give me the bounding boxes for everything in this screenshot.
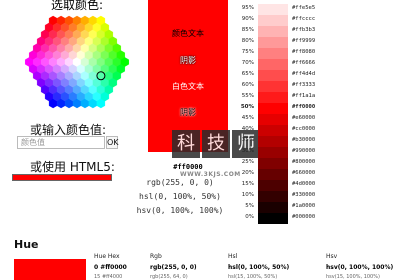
table-cell-hsl-next: hsl(15, 100%, 50%) xyxy=(228,274,278,280)
shade-hex: #ff6666 xyxy=(292,60,316,66)
shade-swatch[interactable] xyxy=(258,26,288,37)
shade-hex: #ff3333 xyxy=(292,82,316,88)
shade-hex: #ff4d4d xyxy=(292,71,316,77)
watermark-char: 技 xyxy=(202,130,230,158)
shade-hex: #660000 xyxy=(292,170,316,176)
shade-swatch[interactable] xyxy=(258,48,288,59)
shade-hex: #ffb3b3 xyxy=(292,27,316,33)
shade-swatch[interactable] xyxy=(258,70,288,81)
hue-section-title: Hue xyxy=(14,238,39,251)
shade-swatch[interactable] xyxy=(258,202,288,213)
shade-percent: 65% xyxy=(241,71,254,77)
shade-percent: 90% xyxy=(241,16,254,22)
shade-hex: #4d0000 xyxy=(292,181,316,187)
shade-percent: 10% xyxy=(241,192,254,198)
black-shadow-sample: 阴影 xyxy=(180,108,196,117)
table-cell-hue-hex: 0 #ff0000 xyxy=(94,264,127,271)
shade-swatch[interactable] xyxy=(258,4,288,15)
shade-swatch[interactable] xyxy=(258,37,288,48)
shade-hex: #e60000 xyxy=(292,115,316,121)
col-header-hue-hex: Hue Hex xyxy=(94,253,120,260)
shade-swatch[interactable] xyxy=(258,158,288,169)
shade-swatch[interactable] xyxy=(258,81,288,92)
color-cell[interactable] xyxy=(120,57,129,67)
shade-percent: 5% xyxy=(245,203,254,209)
shade-percent: 15% xyxy=(241,181,254,187)
shade-percent: 45% xyxy=(241,115,254,121)
table-cell-hsv-next: hsv(15, 100%, 100%) xyxy=(326,274,380,280)
rgb-value: rgb(255, 0, 0) xyxy=(146,178,214,187)
shade-hex: #ff9999 xyxy=(292,38,316,44)
shade-hex: #cc0000 xyxy=(292,126,316,132)
shade-percent: 25% xyxy=(241,159,254,165)
color-hexagon-picker[interactable] xyxy=(23,6,131,118)
shade-hex: #800000 xyxy=(292,159,316,165)
black-text-sample: 颜色文本 xyxy=(172,29,204,38)
color-value-input[interactable]: 颜色值 xyxy=(17,136,105,149)
shade-percent: 50% xyxy=(240,104,254,110)
shade-hex: #ff1a1a xyxy=(292,93,316,99)
table-cell-hsl: hsl(0, 100%, 50%) xyxy=(228,264,290,271)
shade-swatch[interactable] xyxy=(258,180,288,191)
table-cell-rgb: rgb(255, 0, 0) xyxy=(150,264,197,271)
shade-swatch[interactable] xyxy=(258,114,288,125)
shade-swatch[interactable] xyxy=(258,103,288,114)
shade-percent: 80% xyxy=(241,38,254,44)
shade-hex: #ffcccc xyxy=(292,16,316,22)
shade-hex: #ff8080 xyxy=(292,49,316,55)
table-cell-hue-hex-next: 15 #ff4000 xyxy=(94,274,123,280)
shade-swatch[interactable] xyxy=(258,92,288,103)
shade-percent: 30% xyxy=(241,148,254,154)
shade-percent: 85% xyxy=(241,27,254,33)
shade-hex: #b30000 xyxy=(292,137,316,143)
shade-swatch[interactable] xyxy=(258,15,288,26)
shade-percent: 0% xyxy=(245,214,254,220)
hue-swatch xyxy=(14,259,86,280)
hsl-value: hsl(0, 100%, 50%) xyxy=(139,192,221,201)
shade-percent: 55% xyxy=(241,93,254,99)
col-header-hsl: Hsl xyxy=(228,253,238,260)
hsv-value: hsv(0, 100%, 100%) xyxy=(136,206,224,215)
shade-swatch[interactable] xyxy=(258,213,288,224)
col-header-rgb: Rgb xyxy=(150,253,162,260)
shade-swatch[interactable] xyxy=(258,191,288,202)
col-header-hsv: Hsv xyxy=(326,253,338,260)
watermark-char: 科 xyxy=(172,130,200,158)
html5-color-input[interactable] xyxy=(12,174,112,181)
shade-percent: 95% xyxy=(241,5,254,11)
shade-percent: 75% xyxy=(241,49,254,55)
shade-percent: 40% xyxy=(241,126,254,132)
table-cell-rgb-next: rgb(255, 64, 0) xyxy=(150,274,188,280)
hex-value: #ff0000 xyxy=(173,163,203,171)
shade-hex: #ffe5e5 xyxy=(292,5,316,11)
shade-hex: #ff0000 xyxy=(292,104,316,110)
watermark-url: WWW.3KJS.COM xyxy=(180,171,241,178)
white-shadow-sample: 阴影 xyxy=(180,56,196,65)
shade-swatch[interactable] xyxy=(258,59,288,70)
shade-swatch[interactable] xyxy=(258,125,288,136)
shade-swatch[interactable] xyxy=(258,136,288,147)
table-cell-hsv: hsv(0, 100%, 100%) xyxy=(326,264,394,271)
white-text-sample: 白色文本 xyxy=(172,82,204,91)
shade-percent: 35% xyxy=(241,137,254,143)
html5-label: 或使用 HTML5: xyxy=(30,160,115,174)
shade-hex: #1a0000 xyxy=(292,203,316,209)
shade-hex: #000000 xyxy=(292,214,316,220)
shade-hex: #330000 xyxy=(292,192,316,198)
shade-percent: 20% xyxy=(241,170,254,176)
ok-button[interactable]: OK xyxy=(106,136,119,149)
shade-percent: 70% xyxy=(241,60,254,66)
shade-swatch[interactable] xyxy=(258,147,288,158)
shade-swatch[interactable] xyxy=(258,169,288,180)
shade-hex: #990000 xyxy=(292,148,316,154)
shade-percent: 60% xyxy=(241,82,254,88)
